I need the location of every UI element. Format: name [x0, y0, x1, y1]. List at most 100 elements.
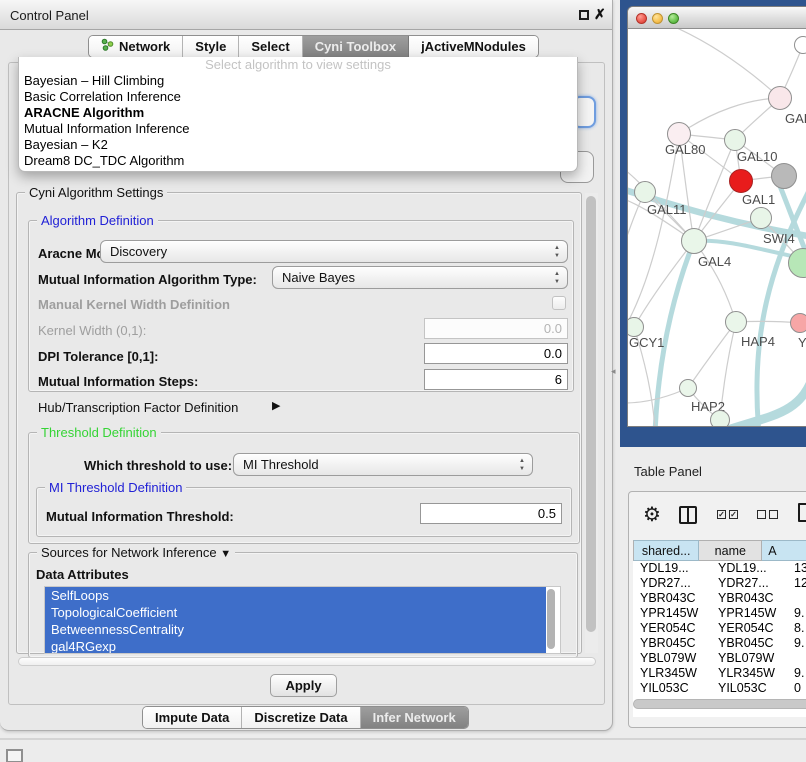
table-cell[interactable]: YIL053C: [713, 681, 789, 696]
table-cell[interactable]: YLR345W: [713, 666, 789, 681]
float-window-icon[interactable]: [579, 10, 589, 20]
table-cell[interactable]: YDR27...: [713, 576, 789, 591]
aracne-mode-select[interactable]: Discovery ▲▼: [100, 240, 568, 263]
algorithm-option[interactable]: Bayesian – K2: [19, 137, 577, 153]
network-node-gal4[interactable]: [681, 228, 707, 254]
table-cell[interactable]: YDL19...: [713, 561, 789, 576]
mi-type-select[interactable]: Naive Bayes ▲▼: [272, 266, 568, 289]
table-cell[interactable]: 9.: [789, 666, 806, 681]
table-cell[interactable]: YPR145W: [633, 606, 713, 621]
network-node-gal[interactable]: [768, 86, 792, 110]
tab-cyni-toolbox[interactable]: Cyni Toolbox: [303, 36, 409, 57]
manual-kernel-checkbox[interactable]: [552, 296, 566, 310]
close-icon[interactable]: ✗: [594, 6, 606, 23]
network-node-hap4[interactable]: [725, 311, 747, 333]
table-cell[interactable]: [789, 651, 806, 666]
column-header-shared-name[interactable]: shared...: [633, 540, 699, 561]
network-node-gal10[interactable]: [724, 129, 746, 151]
table-cell[interactable]: YLR345W: [633, 666, 713, 681]
data-attributes-list[interactable]: SelfLoopsTopologicalCoefficientBetweenne…: [44, 586, 561, 654]
network-node-gal1[interactable]: [729, 169, 753, 193]
tab-select[interactable]: Select: [239, 36, 302, 57]
table-cell[interactable]: [789, 591, 806, 606]
table-cell[interactable]: YBR045C: [713, 636, 789, 651]
table-cell[interactable]: 0: [789, 681, 806, 696]
algorithm-option[interactable]: ARACNE Algorithm: [19, 105, 577, 121]
table-cell[interactable]: 12: [789, 576, 806, 591]
tab-style[interactable]: Style: [183, 36, 239, 57]
tab-network[interactable]: Network: [89, 36, 183, 57]
table-row[interactable]: YDL19...YDL19...13: [633, 561, 806, 576]
hub-tf-definition-toggle[interactable]: Hub/Transcription Factor Definition: [38, 400, 238, 415]
table-cell[interactable]: YBL079W: [713, 651, 789, 666]
data-attribute-item[interactable]: SelfLoops: [45, 587, 546, 604]
table-cell[interactable]: YDL19...: [633, 561, 713, 576]
split-view-icon[interactable]: [679, 506, 697, 524]
table-row[interactable]: YBR043CYBR043C: [633, 591, 806, 606]
table-cell[interactable]: YBL079W: [633, 651, 713, 666]
tab-impute-data[interactable]: Impute Data: [143, 707, 242, 728]
apply-button[interactable]: Apply: [270, 674, 337, 697]
algorithm-option[interactable]: Basic Correlation Inference: [19, 89, 577, 105]
table-row[interactable]: YPR145WYPR145W9.: [633, 606, 806, 621]
settings-scrollbar-thumb[interactable]: [586, 196, 596, 632]
kernel-width-field[interactable]: 0.0: [424, 318, 568, 339]
panel-resize-grip-icon[interactable]: ◂: [611, 366, 616, 377]
table-row[interactable]: YER054CYER054C8.: [633, 621, 806, 636]
table-horizontal-scrollbar[interactable]: [633, 699, 806, 709]
table-row[interactable]: YBR045CYBR045C9.: [633, 636, 806, 651]
export-table-icon[interactable]: [798, 503, 806, 522]
table-cell[interactable]: YIL053C: [633, 681, 713, 696]
attributes-scrollbar-thumb[interactable]: [547, 589, 555, 649]
tab-discretize-data[interactable]: Discretize Data: [242, 707, 360, 728]
minimized-panel-icon[interactable]: [6, 749, 23, 762]
settings-gear-icon[interactable]: ⚙: [643, 502, 661, 527]
dpi-tolerance-field[interactable]: 0.0: [424, 343, 568, 364]
window-zoom-icon[interactable]: [668, 13, 679, 24]
table-row[interactable]: YIL053CYIL053C0: [633, 681, 806, 696]
network-window[interactable]: GALGAL80GAL10GAL1GAL11SWI4GAL4GCY1HAP4YH…: [627, 6, 806, 427]
window-close-icon[interactable]: [636, 13, 647, 24]
table-cell[interactable]: YDR27...: [633, 576, 713, 591]
deselect-all-checkboxes-icon[interactable]: [757, 510, 778, 519]
table-cell[interactable]: 13: [789, 561, 806, 576]
tab-jactivemnodules[interactable]: jActiveMNodules: [409, 36, 538, 57]
collapse-arrow-icon[interactable]: ▼: [220, 548, 231, 560]
table-cell[interactable]: YPR145W: [713, 606, 789, 621]
network-node-hap2[interactable]: [679, 379, 697, 397]
table-cell[interactable]: YBR043C: [633, 591, 713, 606]
algorithm-option[interactable]: Bayesian – Hill Climbing: [19, 73, 577, 89]
mi-threshold-field[interactable]: 0.5: [420, 503, 562, 524]
network-canvas[interactable]: GALGAL80GAL10GAL1GAL11SWI4GAL4GCY1HAP4YH…: [628, 29, 806, 427]
network-node[interactable]: [710, 410, 730, 427]
table-cell[interactable]: 8.: [789, 621, 806, 636]
network-node-y[interactable]: [790, 313, 806, 333]
table-cell[interactable]: YBR043C: [713, 591, 789, 606]
column-header-name[interactable]: name: [699, 540, 762, 561]
select-all-checkboxes-icon[interactable]: ✓✓: [717, 510, 738, 519]
expand-arrow-icon[interactable]: ▶: [272, 399, 280, 412]
table-row[interactable]: YDR27...YDR27...12: [633, 576, 806, 591]
which-threshold-select[interactable]: MI Threshold ▲▼: [233, 453, 533, 476]
network-node-swi4[interactable]: [750, 207, 772, 229]
network-window-titlebar[interactable]: [628, 7, 806, 29]
tab-infer-network[interactable]: Infer Network: [361, 707, 468, 728]
algorithm-option[interactable]: Dream8 DC_TDC Algorithm: [19, 153, 577, 169]
data-attribute-item[interactable]: TopologicalCoefficient: [45, 604, 546, 621]
horizontal-scrollbar[interactable]: [18, 657, 596, 666]
data-attribute-item[interactable]: gal4RGexp: [45, 638, 546, 654]
window-minimize-icon[interactable]: [652, 13, 663, 24]
table-cell[interactable]: YER054C: [713, 621, 789, 636]
table-row[interactable]: YLR345WYLR345W9.: [633, 666, 806, 681]
network-node[interactable]: [771, 163, 797, 189]
data-attribute-item[interactable]: BetweennessCentrality: [45, 621, 546, 638]
column-header-partial[interactable]: A: [762, 540, 806, 561]
table-cell[interactable]: 9.: [789, 636, 806, 651]
network-node-gal11[interactable]: [634, 181, 656, 203]
table-cell[interactable]: 9.: [789, 606, 806, 621]
mi-steps-field[interactable]: 6: [424, 369, 568, 390]
table-cell[interactable]: YER054C: [633, 621, 713, 636]
network-node[interactable]: [794, 36, 806, 54]
algorithm-option[interactable]: Mutual Information Inference: [19, 121, 577, 137]
table-cell[interactable]: YBR045C: [633, 636, 713, 651]
